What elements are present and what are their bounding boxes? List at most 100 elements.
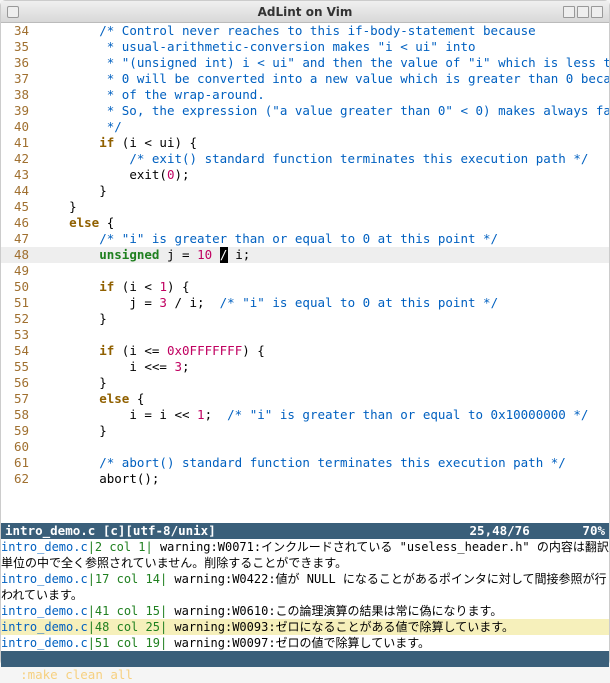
code-content: j = 3 / i; /* "i" is equal to 0 at this …	[39, 295, 609, 311]
line-number: 57	[1, 391, 39, 407]
line-number: 60	[1, 439, 39, 455]
code-content	[39, 327, 609, 343]
code-line[interactable]: 51 j = 3 / i; /* "i" is equal to 0 at th…	[1, 295, 609, 311]
code-line[interactable]: 52 }	[1, 311, 609, 327]
code-line[interactable]: 59 }	[1, 423, 609, 439]
code-content	[39, 439, 609, 455]
line-number: 43	[1, 167, 39, 183]
line-number: 35	[1, 39, 39, 55]
line-number: 51	[1, 295, 39, 311]
line-number: 47	[1, 231, 39, 247]
line-number: 54	[1, 343, 39, 359]
code-content: if (i < ui) {	[39, 135, 609, 151]
line-number: 52	[1, 311, 39, 327]
window-close-button[interactable]	[7, 6, 19, 18]
code-line[interactable]: 37 * 0 will be converted into a new valu…	[1, 71, 609, 87]
code-line[interactable]: 38 * of the wrap-around.	[1, 87, 609, 103]
line-number: 58	[1, 407, 39, 423]
code-content: if (i <= 0x0FFFFFFF) {	[39, 343, 609, 359]
line-number: 42	[1, 151, 39, 167]
line-number: 46	[1, 215, 39, 231]
code-content: exit(0);	[39, 167, 609, 183]
code-line[interactable]: 47 /* "i" is greater than or equal to 0 …	[1, 231, 609, 247]
quickfix-item[interactable]: intro_demo.c|2 col 1| warning:W0071:インクル…	[1, 539, 609, 571]
line-number: 61	[1, 455, 39, 471]
code-line[interactable]: 42 /* exit() standard function terminate…	[1, 151, 609, 167]
code-line[interactable]: 36 * "(unsigned int) i < ui" and then th…	[1, 55, 609, 71]
code-content: else {	[39, 391, 609, 407]
code-line[interactable]: 40 */	[1, 119, 609, 135]
text-cursor: /	[220, 247, 228, 263]
code-line[interactable]: 54 if (i <= 0x0FFFFFFF) {	[1, 343, 609, 359]
code-line[interactable]: 44 }	[1, 183, 609, 199]
code-line[interactable]: 56 }	[1, 375, 609, 391]
code-content	[39, 263, 609, 279]
window-shade-button[interactable]	[591, 6, 603, 18]
command-text: :make clean all	[20, 667, 133, 682]
code-content: * usual-arithmetic-conversion makes "i <…	[39, 39, 609, 55]
window-titlebar: AdLint on Vim	[1, 1, 609, 23]
line-number: 53	[1, 327, 39, 343]
code-content: /* Control never reaches to this if-body…	[39, 23, 609, 39]
line-number: 59	[1, 423, 39, 439]
line-number: 50	[1, 279, 39, 295]
code-content: /* abort() standard function terminates …	[39, 455, 609, 471]
code-content: unsigned j = 10 / i;	[39, 247, 609, 263]
code-line[interactable]: 43 exit(0);	[1, 167, 609, 183]
code-content: */	[39, 119, 609, 135]
line-number: 49	[1, 263, 39, 279]
line-number: 37	[1, 71, 39, 87]
window-right-buttons	[563, 6, 603, 18]
code-line[interactable]: 57 else {	[1, 391, 609, 407]
window-title: AdLint on Vim	[258, 5, 353, 19]
code-line[interactable]: 62 abort();	[1, 471, 609, 487]
line-number: 39	[1, 103, 39, 119]
code-line[interactable]: 55 i <<= 3;	[1, 359, 609, 375]
code-content: /* exit() standard function terminates t…	[39, 151, 609, 167]
code-content: i <<= 3;	[39, 359, 609, 375]
code-content: }	[39, 183, 609, 199]
quickfix-window[interactable]: intro_demo.c|2 col 1| warning:W0071:インクル…	[1, 539, 609, 651]
code-line[interactable]: 45 }	[1, 199, 609, 215]
status-file: intro_demo.c [c][utf-8/unix]	[5, 523, 470, 539]
line-number: 41	[1, 135, 39, 151]
status-position: 25,48/76 70%	[470, 523, 605, 539]
code-line[interactable]: 60	[1, 439, 609, 455]
quickfix-item[interactable]: intro_demo.c|48 col 25| warning:W0093:ゼロ…	[1, 619, 609, 635]
quickfix-item[interactable]: intro_demo.c|41 col 15| warning:W0610:この…	[1, 603, 609, 619]
line-number: 48	[1, 247, 39, 263]
code-content: * of the wrap-around.	[39, 87, 609, 103]
quickfix-item[interactable]: intro_demo.c|17 col 14| warning:W0422:値が…	[1, 571, 609, 603]
window-max-button[interactable]	[577, 6, 589, 18]
quickfix-item[interactable]: intro_demo.c|51 col 19| warning:W0097:ゼロ…	[1, 635, 609, 651]
code-line[interactable]: 35 * usual-arithmetic-conversion makes "…	[1, 39, 609, 55]
code-line[interactable]: 39 * So, the expression ("a value greate…	[1, 103, 609, 119]
line-number: 55	[1, 359, 39, 375]
code-content: }	[39, 199, 609, 215]
line-number: 56	[1, 375, 39, 391]
code-line[interactable]: 46 else {	[1, 215, 609, 231]
line-number: 44	[1, 183, 39, 199]
code-content: }	[39, 375, 609, 391]
code-content: * So, the expression ("a value greater t…	[39, 103, 609, 119]
code-content: else {	[39, 215, 609, 231]
code-content: abort();	[39, 471, 609, 487]
command-line[interactable]: :make clean all	[1, 651, 609, 667]
code-line[interactable]: 53	[1, 327, 609, 343]
line-number: 62	[1, 471, 39, 487]
code-editor[interactable]: 34 /* Control never reaches to this if-b…	[1, 23, 609, 523]
code-line[interactable]: 49	[1, 263, 609, 279]
code-line[interactable]: 61 /* abort() standard function terminat…	[1, 455, 609, 471]
code-content: if (i < 1) {	[39, 279, 609, 295]
line-number: 36	[1, 55, 39, 71]
code-content: * "(unsigned int) i < ui" and then the v…	[39, 55, 609, 71]
window-min-button[interactable]	[563, 6, 575, 18]
code-line[interactable]: 41 if (i < ui) {	[1, 135, 609, 151]
code-content: }	[39, 311, 609, 327]
code-line[interactable]: 48 unsigned j = 10 / i;	[1, 247, 609, 263]
code-line[interactable]: 34 /* Control never reaches to this if-b…	[1, 23, 609, 39]
line-number: 34	[1, 23, 39, 39]
status-line: intro_demo.c [c][utf-8/unix] 25,48/76 70…	[1, 523, 609, 539]
code-line[interactable]: 58 i = i << 1; /* "i" is greater than or…	[1, 407, 609, 423]
code-line[interactable]: 50 if (i < 1) {	[1, 279, 609, 295]
